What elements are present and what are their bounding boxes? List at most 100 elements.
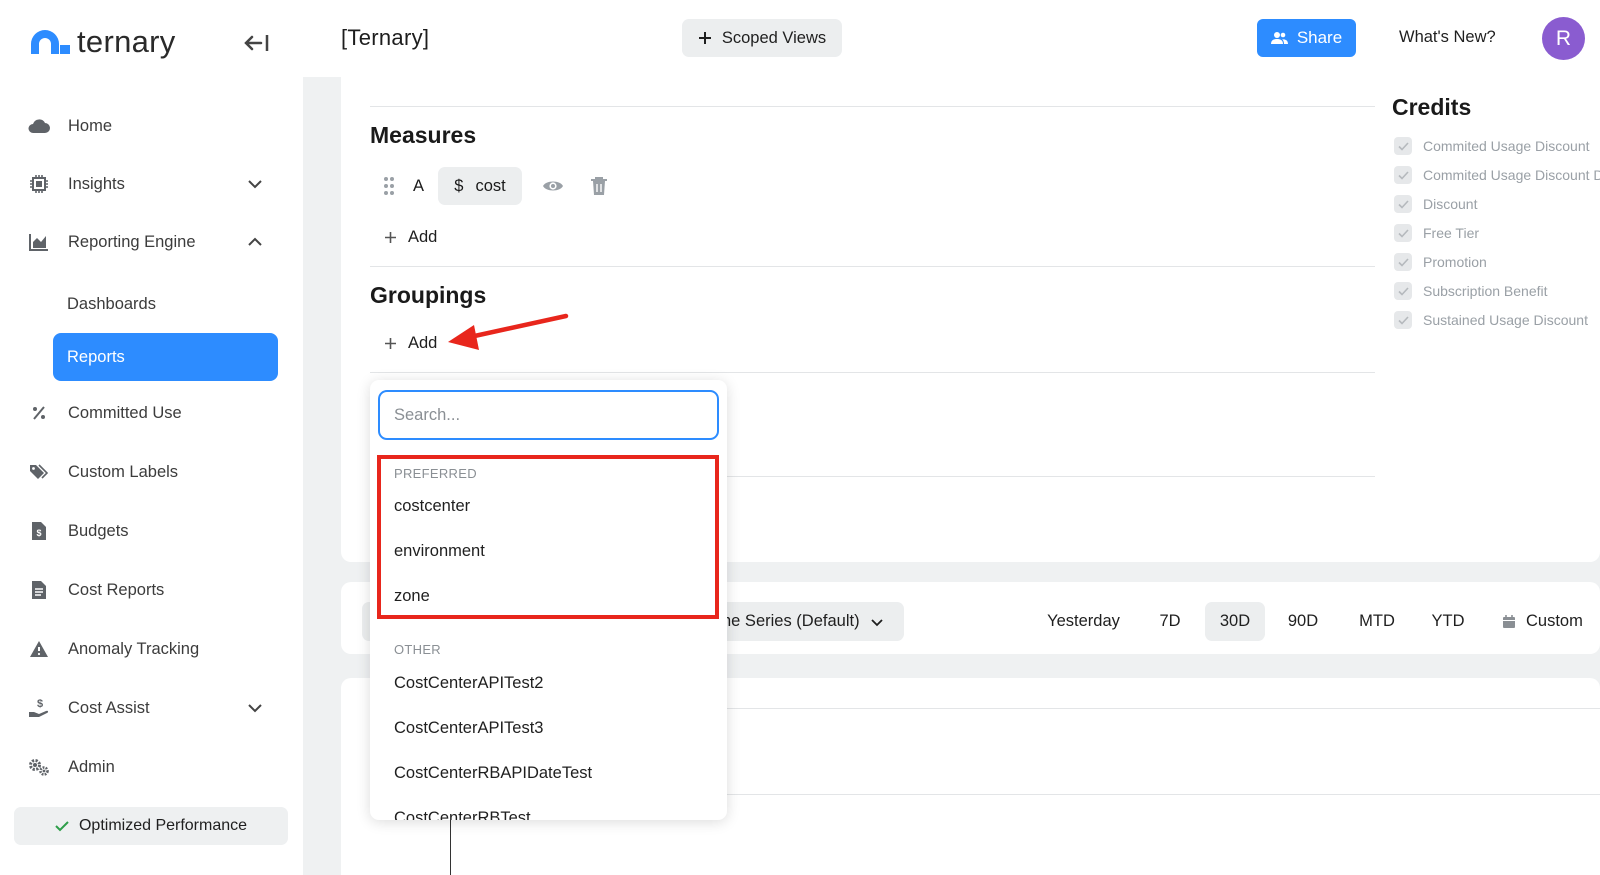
range-mtd-button[interactable]: MTD <box>1350 602 1404 641</box>
cloud-icon <box>28 115 50 137</box>
sidebar-item-label: Dashboards <box>67 294 156 313</box>
grouping-dropdown: PREFERRED costcenter environment zone OT… <box>370 380 727 820</box>
checkbox-icon <box>1394 166 1412 184</box>
credit-label: Subscription Benefit <box>1423 283 1548 299</box>
sidebar-item-label: Admin <box>68 757 115 776</box>
share-button[interactable]: Share <box>1257 19 1356 57</box>
sidebar-item-home[interactable]: Home <box>28 106 278 146</box>
sidebar-item-label: Reports <box>67 347 125 366</box>
scoped-views-label: Scoped Views <box>721 28 827 47</box>
credit-label: Commited Usage Discount <box>1423 138 1590 154</box>
divider <box>370 372 1375 373</box>
sidebar-item-admin[interactable]: Admin <box>28 747 278 787</box>
sidebar-item-anomaly-tracking[interactable]: Anomaly Tracking <box>28 629 278 669</box>
sidebar-item-committed-use[interactable]: Committed Use <box>28 393 278 433</box>
range-ytd-button[interactable]: YTD <box>1424 602 1472 641</box>
sidebar-item-dashboards[interactable]: Dashboards <box>53 280 278 328</box>
divider <box>725 708 1600 709</box>
sidebar-item-label: Custom Labels <box>68 462 179 481</box>
cost-measure-chip[interactable]: $ cost <box>438 167 523 205</box>
checkbox-icon <box>1394 282 1412 300</box>
credit-checkbox[interactable]: Commited Usage Discount D <box>1394 166 1600 184</box>
credit-checkbox[interactable]: Commited Usage Discount <box>1394 137 1590 155</box>
measure-row: A $ cost <box>382 167 608 205</box>
range-7d-button[interactable]: 7D <box>1148 602 1192 641</box>
checkbox-icon <box>1394 224 1412 242</box>
range-yesterday-button[interactable]: Yesterday <box>1036 602 1131 641</box>
sidebar-item-label: Home <box>68 116 113 135</box>
chevron-down-icon <box>870 618 883 626</box>
sidebar-item-insights[interactable]: Insights <box>28 164 278 204</box>
users-icon <box>1270 32 1288 44</box>
plus-icon <box>698 32 711 44</box>
grouping-option[interactable]: CostCenterRBTest <box>394 809 531 820</box>
credit-checkbox[interactable]: Free Tier <box>1394 224 1479 242</box>
grouping-option[interactable]: CostCenterAPITest3 <box>394 719 543 738</box>
page-title: [Ternary] <box>341 25 430 50</box>
credit-checkbox[interactable]: Promotion <box>1394 253 1487 271</box>
avatar[interactable]: R <box>1542 17 1585 60</box>
credit-label: Commited Usage Discount D <box>1423 167 1600 183</box>
warning-icon <box>28 638 50 660</box>
add-grouping-button[interactable]: Add <box>384 334 437 353</box>
chevron-down-icon <box>248 704 262 713</box>
credit-label: Sustained Usage Discount <box>1423 312 1588 328</box>
grouping-search-input[interactable] <box>378 390 719 440</box>
eye-icon[interactable] <box>542 178 564 194</box>
credit-checkbox[interactable]: Discount <box>1394 195 1477 213</box>
ternary-logo-icon <box>31 30 70 54</box>
whats-new-link[interactable]: What's New? <box>1399 28 1496 47</box>
range-custom-label: Custom <box>1526 612 1583 630</box>
check-icon <box>55 821 69 832</box>
checkbox-icon <box>1394 253 1412 271</box>
other-section-label: OTHER <box>394 642 441 657</box>
credit-label: Free Tier <box>1423 225 1480 241</box>
plus-icon <box>385 232 396 243</box>
range-30d-button[interactable]: 30D <box>1205 602 1265 641</box>
trash-icon[interactable] <box>590 176 608 196</box>
optimized-performance-badge[interactable]: Optimized Performance <box>14 807 288 845</box>
credit-checkbox[interactable]: Subscription Benefit <box>1394 282 1548 300</box>
sidebar-item-reporting-engine[interactable]: Reporting Engine <box>28 222 278 262</box>
credit-label: Promotion <box>1423 254 1487 270</box>
collapse-arrow-icon <box>244 35 269 51</box>
credit-checkbox[interactable]: Sustained Usage Discount <box>1394 311 1588 329</box>
credit-label: Discount <box>1423 196 1478 212</box>
annotation-arrow-icon <box>448 313 569 350</box>
range-90d-button[interactable]: 90D <box>1278 602 1328 641</box>
sidebar-item-cost-assist[interactable]: $ Cost Assist <box>28 688 278 728</box>
checkbox-icon <box>1394 195 1412 213</box>
chart-icon <box>28 231 50 253</box>
hand-dollar-icon: $ <box>28 697 50 719</box>
grouping-option[interactable]: costcenter <box>394 497 470 516</box>
percent-icon <box>28 402 50 424</box>
chip-icon <box>28 173 50 195</box>
sidebar-item-budgets[interactable]: $ Budgets <box>28 511 278 551</box>
divider <box>370 106 1375 107</box>
time-series-select[interactable]: ne Series (Default) <box>700 602 904 641</box>
preferred-section-label: PREFERRED <box>394 466 477 481</box>
range-custom-button[interactable]: Custom <box>1502 602 1600 641</box>
grouping-option[interactable]: CostCenterAPITest2 <box>394 674 543 693</box>
add-measure-button[interactable]: Add <box>384 228 437 247</box>
plus-icon <box>385 338 396 349</box>
sidebar-item-custom-labels[interactable]: Custom Labels <box>28 452 278 492</box>
grouping-option[interactable]: environment <box>394 542 485 561</box>
sidebar-item-cost-reports[interactable]: Cost Reports <box>28 570 278 610</box>
sidebar-item-label: Insights <box>68 174 125 193</box>
ternary-logo[interactable]: ternary <box>29 24 176 60</box>
collapse-sidebar-button[interactable] <box>242 32 272 54</box>
grouping-option[interactable]: CostCenterRBAPIDateTest <box>394 764 592 783</box>
sidebar-item-reports[interactable]: Reports <box>53 333 278 381</box>
share-label: Share <box>1296 28 1343 47</box>
add-label: Add <box>408 334 438 352</box>
chevron-up-icon <box>248 237 262 246</box>
grouping-option[interactable]: zone <box>394 587 430 606</box>
logo-text: ternary <box>77 24 176 59</box>
drag-handle-icon[interactable] <box>382 176 396 196</box>
svg-text:$: $ <box>37 698 43 710</box>
sidebar-item-label: Committed Use <box>68 403 182 422</box>
gears-icon <box>28 756 50 778</box>
sidebar: ternary Home Insights Reporting Engine D… <box>0 0 303 875</box>
scoped-views-button[interactable]: Scoped Views <box>682 19 842 57</box>
